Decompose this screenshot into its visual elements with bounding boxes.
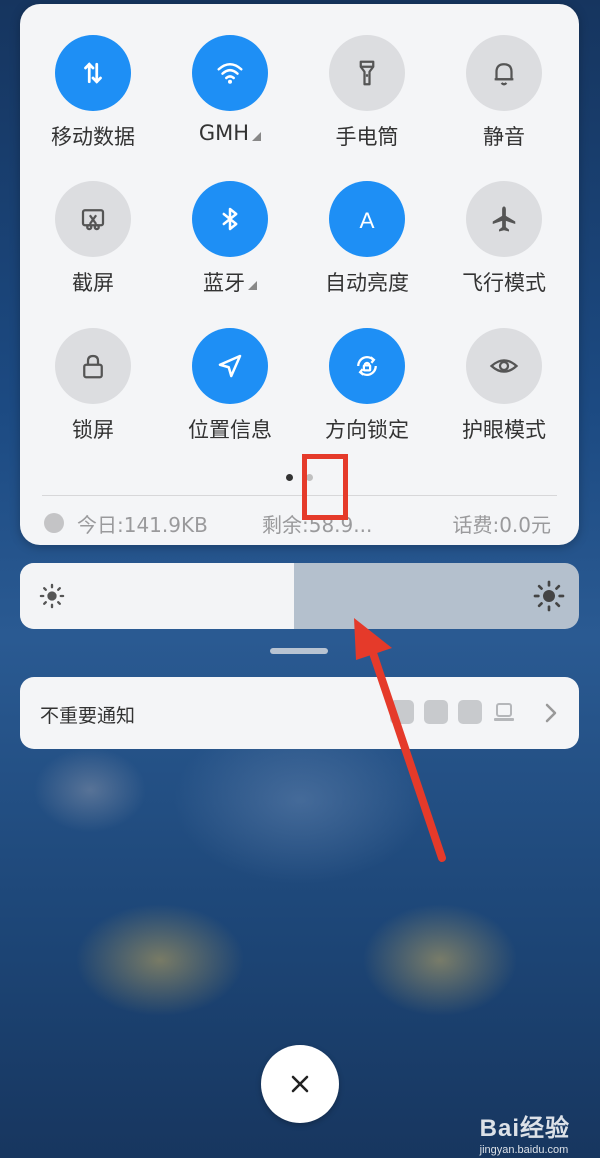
brightness-slider[interactable] (20, 563, 579, 629)
lock-icon (83, 354, 103, 379)
tile-toggle[interactable] (329, 328, 405, 404)
tile-toggle[interactable] (55, 35, 131, 111)
tile-toggle[interactable] (55, 181, 131, 257)
close-button[interactable] (261, 1045, 339, 1123)
tile-label: 截屏 (72, 267, 114, 297)
brightness-low-icon (39, 583, 65, 609)
tile-toggle[interactable] (329, 35, 405, 111)
data-usage-row[interactable]: 今日:141.9KB 剩余:58.9... 话费:0.0元 (20, 507, 579, 541)
tile-bell[interactable]: 静音 (436, 35, 572, 155)
tile-toggle[interactable]: A (329, 181, 405, 257)
expand-triangle-icon[interactable] (252, 131, 262, 141)
tile-toggle[interactable] (466, 35, 542, 111)
mobile-data-icon (84, 62, 102, 84)
close-icon (291, 1075, 309, 1093)
tile-label: 位置信息 (188, 414, 272, 444)
tile-label-text: GMH (198, 121, 250, 145)
tile-label: 飞行模式 (462, 267, 546, 297)
page-dot-1[interactable] (286, 474, 293, 481)
tile-label: 手电筒 (336, 121, 399, 151)
tile-toggle[interactable] (192, 181, 268, 257)
tile-label-text: 静音 (483, 125, 525, 149)
tile-mobile-data[interactable]: 移动数据 (25, 35, 161, 155)
notification-label: 不重要通知 (40, 705, 136, 727)
bell-icon (494, 63, 514, 86)
carrier-icon (44, 513, 64, 533)
expand-triangle-icon[interactable] (248, 280, 257, 290)
watermark: Bai经验 jingyan.baidu.com (480, 1108, 570, 1156)
tile-toggle[interactable] (192, 328, 268, 404)
auto-brightness-icon: A (359, 208, 374, 233)
tile-toggle[interactable] (55, 328, 131, 404)
page-indicator (20, 474, 579, 484)
annotation-highlight-box (302, 454, 348, 520)
tile-screenshot[interactable]: 截屏 (25, 181, 161, 301)
tile-label-text: 蓝牙 (203, 271, 245, 295)
app-icon (424, 700, 448, 724)
today-usage: 今日:141.9KB (77, 513, 208, 537)
tile-label: 自动亮度 (325, 267, 409, 297)
tile-label-text: 锁屏 (72, 418, 114, 442)
bluetooth-icon (222, 207, 238, 231)
quick-settings-panel: 移动数据 GMH 手电筒 静音 截屏 蓝牙 A 自动亮度 飞行模式 锁屏 位置信息 方向锁定 护眼模式 … (20, 4, 579, 545)
tile-label: 锁屏 (72, 414, 114, 444)
tile-label-text: 飞行模式 (462, 271, 546, 295)
tile-eye[interactable]: 护眼模式 (436, 328, 572, 448)
tile-auto-brightness[interactable]: A 自动亮度 (299, 181, 435, 301)
divider (42, 495, 557, 496)
tile-flashlight[interactable]: 手电筒 (299, 35, 435, 155)
tile-label: 移动数据 (51, 121, 135, 151)
tile-location[interactable]: 位置信息 (162, 328, 298, 448)
tile-label-text: 手电筒 (335, 125, 399, 149)
tile-rotation-lock[interactable]: 方向锁定 (299, 328, 435, 448)
tile-wifi[interactable]: GMH (162, 35, 298, 155)
tile-toggle[interactable] (466, 181, 542, 257)
tile-label: 蓝牙 (203, 267, 257, 297)
phone-balance: 话费:0.0元 (452, 513, 551, 537)
app-icon (492, 700, 516, 724)
panel-drag-handle[interactable] (270, 648, 328, 654)
tile-lock[interactable]: 锁屏 (25, 328, 161, 448)
tile-label-text: 移动数据 (51, 125, 135, 149)
tile-label-text: 自动亮度 (325, 271, 409, 295)
app-icon (458, 700, 482, 724)
wifi-icon (217, 63, 243, 84)
tile-label: GMH (198, 121, 262, 145)
tile-airplane[interactable]: 飞行模式 (436, 181, 572, 301)
tile-label: 护眼模式 (462, 414, 546, 444)
tile-label-text: 护眼模式 (462, 418, 546, 442)
screenshot-icon (81, 209, 105, 231)
tile-toggle[interactable] (192, 35, 268, 111)
tile-bluetooth[interactable]: 蓝牙 (162, 181, 298, 301)
unimportant-notifications-row[interactable]: 不重要通知 (20, 677, 579, 749)
watermark-url: jingyan.baidu.com (479, 1144, 569, 1156)
tile-label: 静音 (483, 121, 525, 151)
flashlight-icon (359, 60, 375, 86)
brightness-high-icon (533, 580, 565, 612)
location-icon (218, 354, 242, 378)
chevron-right-icon (545, 703, 557, 723)
tile-label-text: 方向锁定 (325, 418, 409, 442)
tile-label: 方向锁定 (325, 414, 409, 444)
svg-text:A: A (359, 208, 374, 233)
tile-toggle[interactable] (466, 328, 542, 404)
rotation-lock-icon (357, 356, 377, 376)
tile-label-text: 截屏 (72, 271, 114, 295)
watermark-logo: Bai经验 (479, 1115, 570, 1142)
tile-label-text: 位置信息 (188, 418, 272, 442)
eye-icon (489, 359, 519, 373)
airplane-icon (492, 206, 516, 232)
app-icon (390, 700, 414, 724)
